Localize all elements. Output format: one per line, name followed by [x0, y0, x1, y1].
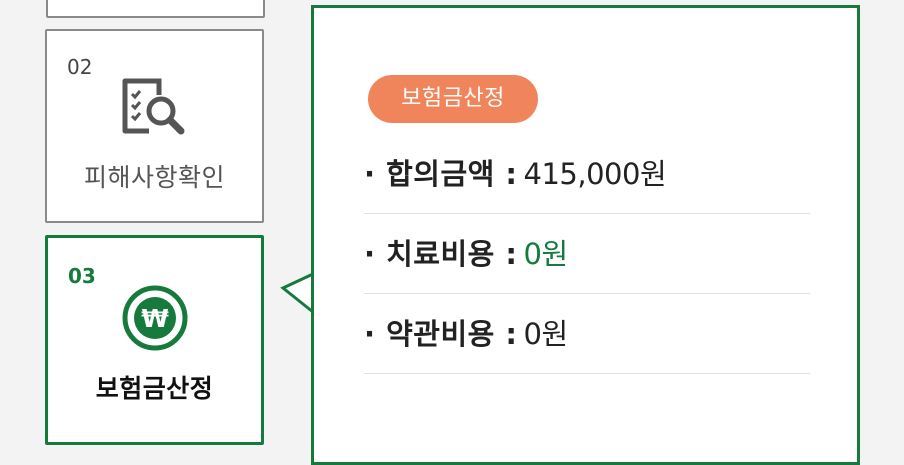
row-label: · 약관비용 : — [364, 317, 518, 351]
section-badge: 보험금산정 — [368, 75, 538, 123]
step-number: 02 — [67, 55, 93, 79]
step-label: 피해사항확인 — [83, 163, 225, 192]
row-label: · 합의금액 : — [364, 157, 518, 191]
settlement-amount-row: · 합의금액 :415,000원 — [364, 134, 810, 214]
svg-text:₩: ₩ — [141, 304, 169, 333]
step-card-01[interactable] — [46, 0, 265, 18]
document-search-icon — [122, 78, 185, 135]
won-coin-icon: ₩ — [122, 285, 188, 351]
row-value: 0원 — [523, 317, 569, 351]
row-label: · 치료비용 : — [364, 237, 518, 271]
treatment-cost-row: · 치료비용 :0원 — [364, 214, 810, 294]
step-number: 03 — [68, 264, 96, 288]
step-card-03-active[interactable]: 03 ₩ 보험금산정 — [45, 235, 264, 445]
step-label: 보험금산정 — [95, 374, 214, 403]
step-card-02[interactable]: 02 피해사항확인 — [45, 29, 264, 223]
row-value: 415,000원 — [523, 157, 667, 191]
row-value: 0원 — [523, 237, 569, 271]
insurance-calculation-panel: 보험금산정 · 합의금액 :415,000원 · 치료비용 :0원 · 약관비용… — [311, 5, 860, 465]
policy-cost-row: · 약관비용 :0원 — [364, 294, 810, 374]
